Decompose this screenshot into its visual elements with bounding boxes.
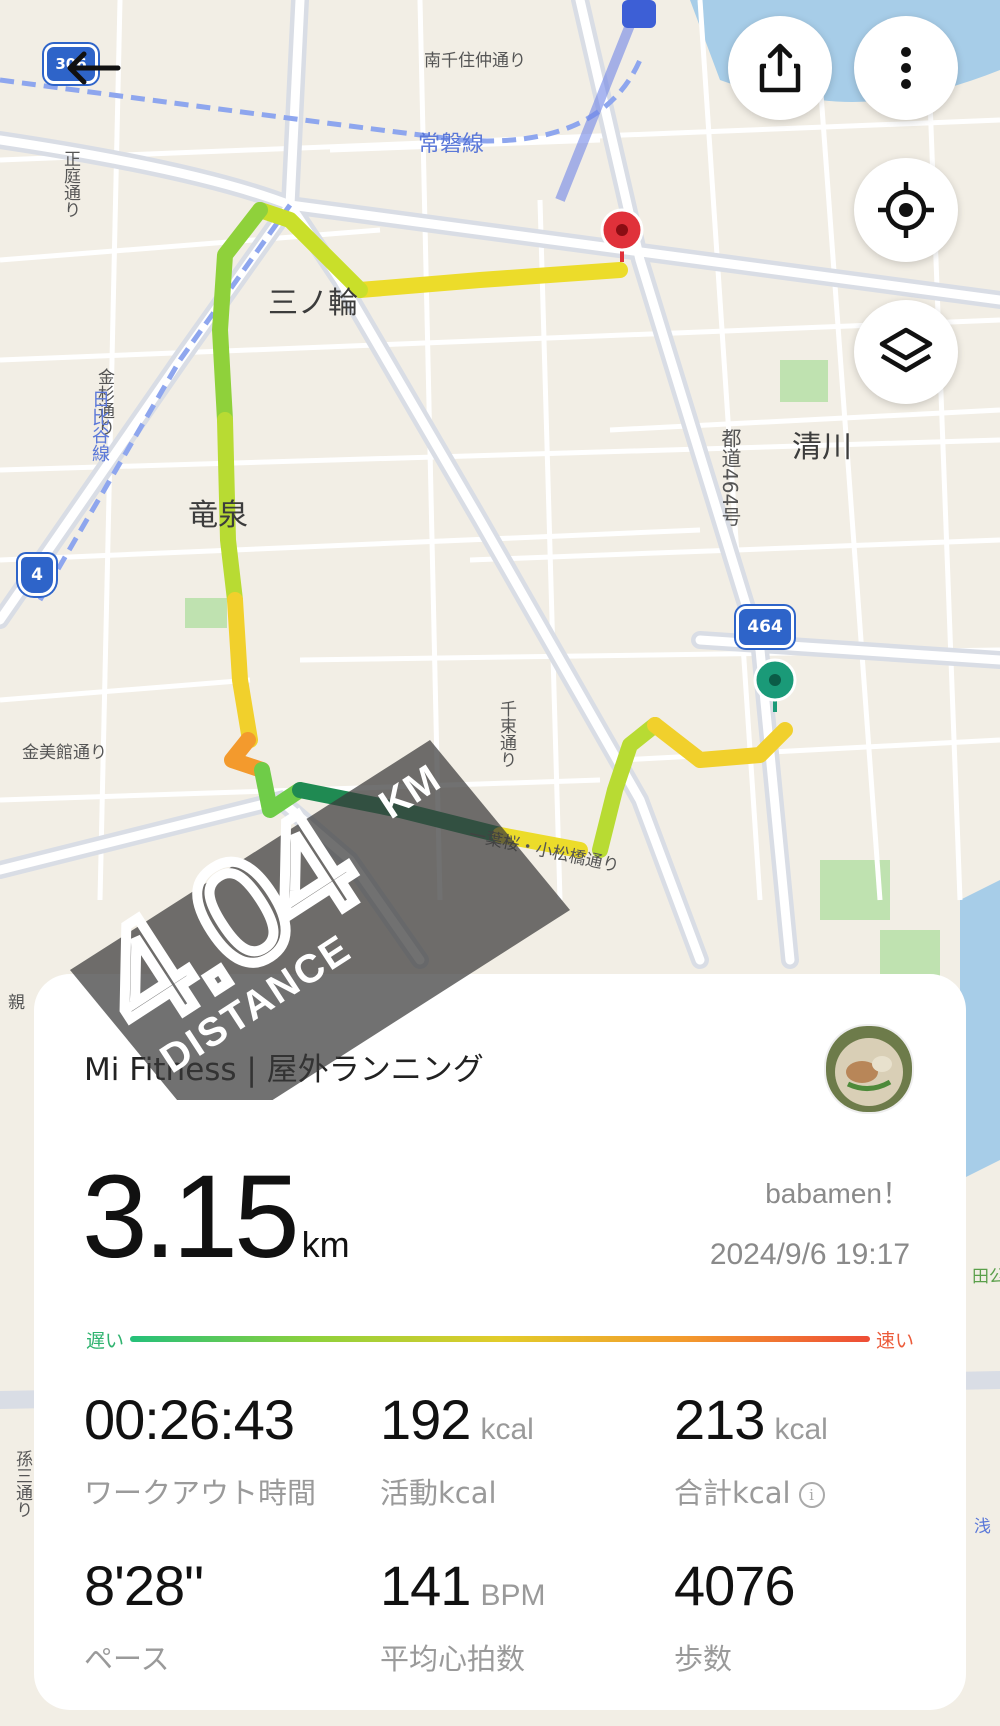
stat-active-kcal: 192 kcal 活動kcal <box>380 1392 534 1512</box>
stat-value: 00:26:43 <box>84 1388 295 1451</box>
pace-gradient-bar <box>130 1336 870 1342</box>
stat-value: 8'28" <box>84 1554 204 1617</box>
workout-datetime: 2024/9/6 19:17 <box>709 1238 910 1271</box>
map-label-toudou: 都道464号 <box>718 428 742 527</box>
map-label-den: 田公 <box>972 1267 1000 1287</box>
map-label-oya: 親 <box>8 993 25 1013</box>
stat-label: 歩数 <box>674 1642 733 1676</box>
avatar-image <box>826 1026 912 1112</box>
pace-legend-slow: 遅い <box>86 1330 125 1352</box>
map-label-kinbikan: 金美館通り <box>22 743 107 763</box>
stat-unit: BPM <box>480 1579 546 1612</box>
more-vertical-icon <box>901 47 911 89</box>
info-icon[interactable]: i <box>798 1482 825 1508</box>
stat-value: 213 <box>674 1388 765 1451</box>
stat-label: 合計kcal <box>674 1476 791 1510</box>
distance-value: 3.15 km <box>82 1151 350 1283</box>
stat-value: 192 <box>380 1388 471 1451</box>
layers-button[interactable] <box>854 300 958 404</box>
app-title: Mi Fitness | 屋外ランニング <box>84 1052 484 1088</box>
stat-pace: 8'28" ペース <box>84 1554 204 1678</box>
stat-label: ワークアウト時間 <box>84 1476 317 1510</box>
workout-summary-card: Mi Fitness | 屋外ランニング 3.15 km babamen！ 202… <box>34 974 966 1710</box>
map-label-ryusen: 竜泉 <box>188 498 248 533</box>
locate-icon <box>878 182 934 238</box>
share-icon <box>759 43 801 93</box>
route-shield-4: 4 <box>18 554 56 596</box>
back-button[interactable] <box>52 38 132 98</box>
map-label-minamisenju: 南千住仲通り <box>424 51 526 71</box>
share-button[interactable] <box>728 16 832 120</box>
avatar[interactable] <box>824 1024 914 1114</box>
stat-unit: kcal <box>480 1413 534 1446</box>
more-button[interactable] <box>854 16 958 120</box>
layers-icon <box>879 327 933 373</box>
map-label-senzoku: 千束通り <box>496 700 516 768</box>
map-label-joban: 常磐線 <box>418 132 485 157</box>
stat-value: 141 <box>380 1554 471 1617</box>
stat-label: 平均心拍数 <box>380 1642 526 1676</box>
map-label-mago: 孫三通り <box>12 1450 32 1518</box>
locate-button[interactable] <box>854 158 958 262</box>
pace-legend-fast: 速い <box>875 1330 914 1352</box>
stat-value: 4076 <box>674 1554 796 1617</box>
map-label-asa: 浅 <box>974 1517 991 1537</box>
stat-steps: 4076 歩数 <box>674 1554 796 1678</box>
map-label-kiyokawa: 清川 <box>792 430 852 465</box>
route-shield-464: 464 <box>736 606 794 648</box>
back-arrow-icon <box>67 51 121 85</box>
username: babamen！ <box>765 1178 910 1209</box>
stat-unit: kcal <box>774 1413 828 1446</box>
map-label-hibiya: 日比谷線 <box>89 390 110 462</box>
stat-label: ペース <box>84 1642 170 1676</box>
stat-workout-time: 00:26:43 ワークアウト時間 <box>84 1392 316 1512</box>
distance-unit: km <box>301 1224 350 1265</box>
stat-heart-rate: 141 BPM 平均心拍数 <box>380 1558 545 1678</box>
map-label-shotei: 正庭通り <box>60 150 80 218</box>
stat-total-kcal: 213 kcal 合計kcal i <box>674 1392 828 1512</box>
stat-label: 活動kcal <box>380 1476 497 1510</box>
map-label-minowa: 三ノ輪 <box>268 286 358 321</box>
